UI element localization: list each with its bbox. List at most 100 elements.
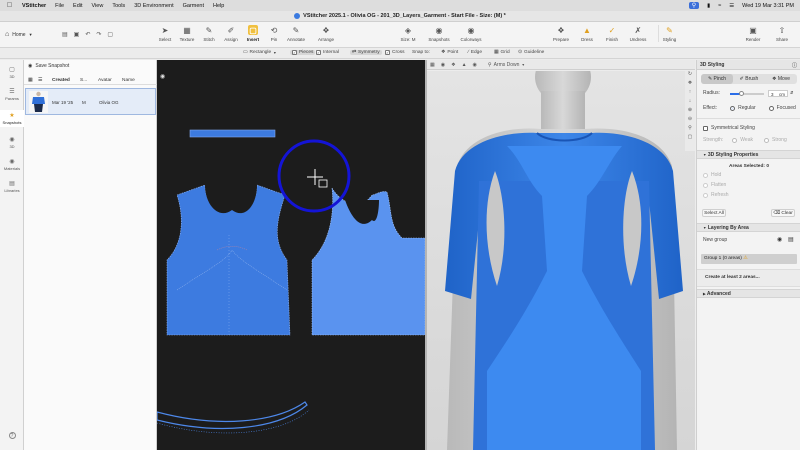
folder-icon[interactable]: ▤ <box>788 236 794 243</box>
tool-stitch[interactable]: ✎ Stitch <box>198 25 220 43</box>
tool-snapshots[interactable]: ◉ Snapshots <box>428 25 450 43</box>
menu-edit[interactable]: Edit <box>73 3 82 9</box>
nav-params[interactable]: ☰ Params <box>0 88 24 101</box>
zoom-fit-icon[interactable]: ⚲ <box>688 125 692 131</box>
effect-focused-radio[interactable] <box>768 105 774 111</box>
tool-pin[interactable]: ⟲ Pin <box>263 25 285 43</box>
snap-point[interactable]: ❖ Point <box>441 50 458 55</box>
garment-icon[interactable]: ▲ <box>462 62 467 68</box>
tool-assign[interactable]: ✐ Assign <box>220 25 242 43</box>
tool-size[interactable]: ◈ Size: M <box>397 25 419 43</box>
zoom-out-icon[interactable]: ⊖ <box>688 116 692 122</box>
info-icon[interactable]: ⓘ <box>792 62 797 69</box>
tool-arrange[interactable]: ❖ Arrange <box>315 25 337 43</box>
grid-view-icon[interactable]: ▦ <box>28 78 33 83</box>
section-advanced[interactable]: ▶ Advanced <box>697 289 800 298</box>
strength-strong-radio[interactable] <box>764 137 769 143</box>
save-snapshot-button[interactable]: ◉ Save Snapshot <box>28 63 69 69</box>
down-arrow-icon[interactable]: ↓ <box>689 98 692 104</box>
mode-refresh[interactable]: Refresh <box>703 192 729 198</box>
nav-3d-alt[interactable]: ◉ 3D <box>0 136 24 149</box>
group-1-row[interactable]: Group 1 (0 areas) ⚠ <box>701 254 797 264</box>
col-created[interactable]: Created <box>52 78 70 83</box>
cross-toggle[interactable]: ✓ Cross <box>385 50 405 55</box>
tool-texture[interactable]: ▦ Texture <box>176 25 198 43</box>
tool-prepare[interactable]: ❖ Prepare <box>550 25 572 43</box>
nav-materials[interactable]: ◉ Materials <box>0 158 24 171</box>
avatar-icon[interactable]: ◉ <box>441 62 445 68</box>
pose-dropdown[interactable]: ⚲ Arms Down ▼ <box>488 62 525 68</box>
pieces-toggle[interactable]: ✓ Pieces <box>290 50 316 55</box>
battery-icon[interactable]: ▮ <box>707 3 710 9</box>
tool-select[interactable]: ➤ Select <box>154 25 176 43</box>
menu-tools[interactable]: Tools <box>112 3 125 9</box>
up-arrow-icon[interactable]: ↑ <box>689 89 692 95</box>
view-settings-icon[interactable]: ▦ <box>430 62 435 68</box>
reset-icon[interactable]: ▢ <box>107 31 113 38</box>
strength-weak-radio[interactable] <box>732 137 738 143</box>
rotate-icon[interactable]: ↻ <box>688 71 692 77</box>
snap-grid[interactable]: ▦ Grid <box>494 50 510 55</box>
control-center-icon[interactable]: ☰ <box>729 3 734 9</box>
menu-3d-environment[interactable]: 3D Environment <box>134 3 173 9</box>
clock[interactable]: Wed 19 Mar 3:31 PM <box>742 3 794 9</box>
table-row[interactable]: Mar 19 '25 M Olivia OG <box>25 88 156 115</box>
tool-finish[interactable]: ✓ Finish <box>601 25 623 43</box>
tool-insert[interactable]: ▢ Insert <box>242 25 264 42</box>
apple-icon[interactable]:  <box>6 2 13 9</box>
tool-dress[interactable]: ▲ Dress <box>576 25 598 43</box>
hold-radio[interactable] <box>703 172 708 178</box>
zoom-in-icon[interactable]: ⊕ <box>688 107 692 113</box>
col-avatar[interactable]: Avatar <box>98 78 112 83</box>
symmetrical-checkbox[interactable] <box>703 125 708 131</box>
mode-flatten[interactable]: Flatten <box>703 182 726 188</box>
snap-edge[interactable]: ∕ Edge <box>468 50 482 55</box>
mode-hold[interactable]: Hold <box>703 172 721 178</box>
shape-dropdown[interactable]: ▭ Rectangle ▼ <box>243 50 277 55</box>
view-3d-canvas[interactable] <box>427 71 695 450</box>
symmetrical-row[interactable]: Symmetrical Styling <box>703 125 755 131</box>
clear-button[interactable]: ⌫ Clear <box>771 209 795 217</box>
tool-share[interactable]: ⇧ Share <box>771 25 793 43</box>
radius-slider-handle[interactable] <box>739 91 745 96</box>
fullscreen-icon[interactable]: ▢ <box>688 134 693 140</box>
nav-libraries[interactable]: ▤ Libraries <box>0 180 24 193</box>
section-layering[interactable]: ▼ Layering By Area <box>697 223 800 232</box>
menu-app-name[interactable]: VStitcher <box>22 3 46 9</box>
folder-icon[interactable]: ▤ <box>62 31 68 38</box>
view-mode-icon[interactable]: ◉ <box>160 73 165 80</box>
wifi-icon[interactable]: ≈ <box>718 3 721 9</box>
effect-regular-radio[interactable] <box>730 105 736 111</box>
col-size[interactable]: S... <box>80 78 87 83</box>
menu-help[interactable]: Help <box>213 3 224 9</box>
bone-icon[interactable]: ❖ <box>451 62 455 68</box>
internal-toggle[interactable]: ✓ Internal <box>316 50 339 55</box>
nav-snapshots[interactable]: ★ Snapshots <box>0 110 24 127</box>
tab-pinch[interactable]: ✎ Pinch <box>701 74 733 84</box>
save-icon[interactable]: ▣ <box>74 31 80 38</box>
tool-styling[interactable]: ✎ Styling <box>658 25 680 42</box>
nav-3d[interactable]: ▢ 3D <box>0 66 24 79</box>
tool-annotate[interactable]: ✎ Annotate <box>285 25 307 43</box>
symmetry-toggle[interactable]: ⇄ Symmetry <box>350 50 382 55</box>
select-all-button[interactable]: Select All <box>702 209 726 217</box>
snap-guideline[interactable]: ⊙ Guideline <box>518 50 544 55</box>
home-button[interactable]: ⌂ Home ▼ <box>5 31 33 38</box>
undo-icon[interactable]: ↶ <box>85 31 90 38</box>
tab-move[interactable]: ❖ Move <box>765 74 797 84</box>
menu-garment[interactable]: Garment <box>183 3 204 9</box>
camera-icon[interactable]: ◉ <box>473 62 477 68</box>
flatten-radio[interactable] <box>703 182 708 188</box>
move-icon[interactable]: ❖ <box>688 80 692 86</box>
redo-icon[interactable]: ↷ <box>96 31 101 38</box>
refresh-radio[interactable] <box>703 192 708 198</box>
view-2d-canvas[interactable]: ◉ <box>157 60 425 450</box>
tool-render[interactable]: ▣ Render <box>742 25 764 43</box>
section-styling-properties[interactable]: ▼ 3D Styling Properties <box>697 150 800 159</box>
new-group-row[interactable]: New group <box>703 237 727 243</box>
menu-file[interactable]: File <box>55 3 64 9</box>
spotlight-icon[interactable]: ⚲ <box>688 2 700 9</box>
menu-view[interactable]: View <box>92 3 104 9</box>
tab-brush[interactable]: ✐ Brush <box>733 74 765 84</box>
col-name[interactable]: Name <box>122 78 135 83</box>
